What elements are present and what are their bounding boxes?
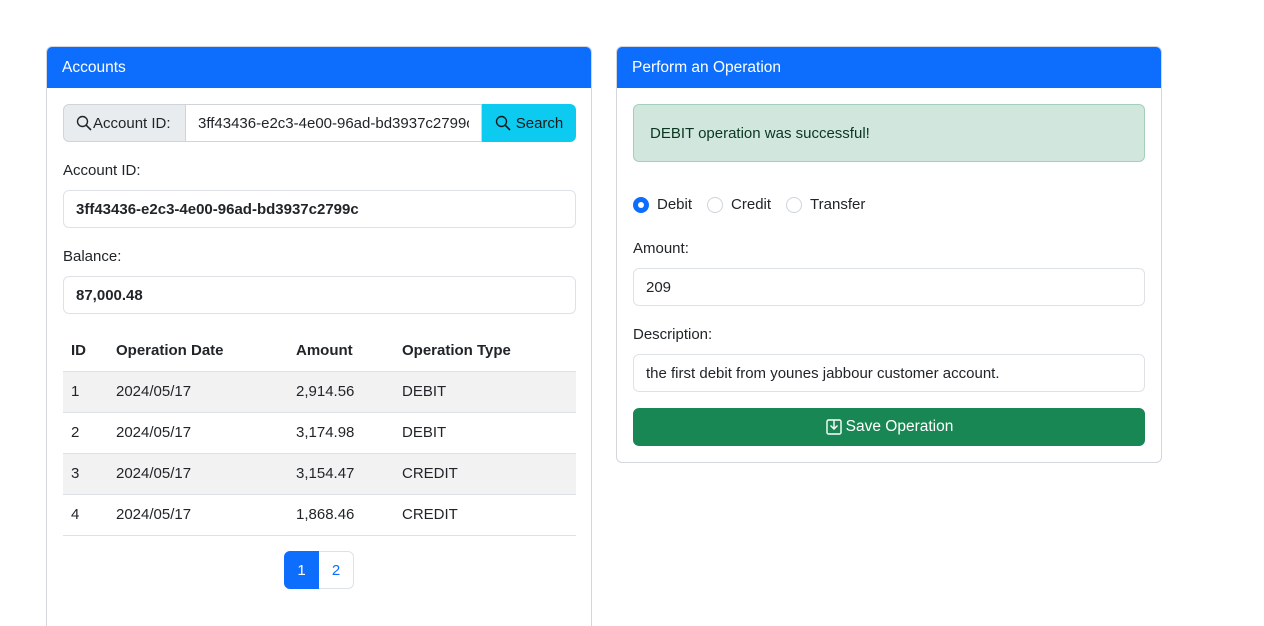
radio-credit[interactable]: Credit bbox=[707, 196, 771, 213]
radio-debit-circle[interactable] bbox=[633, 196, 649, 213]
radio-credit-circle[interactable] bbox=[707, 196, 724, 213]
save-download-icon bbox=[825, 419, 842, 435]
account-search-label: Account ID: bbox=[63, 104, 186, 142]
operation-type-radios: Debit Credit Transfer bbox=[633, 196, 880, 213]
account-id-label: Account ID: bbox=[63, 162, 141, 179]
cell-amount: 2,914.56 bbox=[288, 371, 394, 413]
radio-transfer-circle[interactable] bbox=[786, 196, 803, 213]
search-button[interactable]: Search bbox=[482, 104, 576, 142]
search-button-label: Search bbox=[515, 114, 564, 132]
radio-transfer[interactable]: Transfer bbox=[786, 196, 865, 213]
radio-debit[interactable]: Debit bbox=[633, 196, 692, 213]
page-button-2[interactable]: 2 bbox=[319, 551, 354, 589]
column-header-id: ID bbox=[63, 330, 108, 372]
search-icon bbox=[76, 115, 92, 131]
save-operation-button[interactable]: Save Operation bbox=[633, 408, 1145, 446]
pagination: 1 2 bbox=[284, 551, 354, 589]
cell-date: 2024/05/17 bbox=[108, 494, 288, 536]
save-operation-label: Save Operation bbox=[845, 418, 954, 435]
search-icon bbox=[495, 115, 511, 131]
cell-type: DEBIT bbox=[394, 371, 576, 413]
account-search-label-text: Account ID: bbox=[93, 114, 171, 132]
operation-title: Perform an Operation bbox=[632, 58, 782, 76]
cell-type: CREDIT bbox=[394, 494, 576, 536]
account-search-group: Account ID: Search bbox=[63, 104, 576, 142]
accounts-card-header: Accounts bbox=[47, 47, 591, 88]
cell-id: 4 bbox=[63, 494, 108, 536]
page-button-1[interactable]: 1 bbox=[284, 551, 319, 589]
accounts-card: Accounts Account ID: Search Account ID: … bbox=[46, 46, 592, 626]
cell-date: 2024/05/17 bbox=[108, 371, 288, 413]
balance-label: Balance: bbox=[63, 248, 122, 265]
amount-label: Amount: bbox=[633, 240, 689, 257]
column-header-operation-type: Operation Type bbox=[394, 330, 576, 372]
table-row: 1 2024/05/17 2,914.56 DEBIT bbox=[63, 371, 576, 413]
operation-card: Perform an Operation DEBIT operation was… bbox=[616, 46, 1162, 463]
account-id-value: 3ff43436-e2c3-4e00-96ad-bd3937c2799c bbox=[63, 190, 576, 228]
cell-amount: 3,154.47 bbox=[288, 453, 394, 495]
column-header-amount: Amount bbox=[288, 330, 394, 372]
cell-date: 2024/05/17 bbox=[108, 453, 288, 495]
cell-id: 2 bbox=[63, 412, 108, 454]
success-alert-text: DEBIT operation was successful! bbox=[650, 124, 870, 142]
cell-id: 1 bbox=[63, 371, 108, 413]
description-label: Description: bbox=[633, 326, 713, 343]
radio-transfer-label: Transfer bbox=[810, 196, 866, 213]
accounts-title: Accounts bbox=[62, 58, 126, 76]
description-input[interactable] bbox=[633, 354, 1145, 392]
table-row: 3 2024/05/17 3,154.47 CREDIT bbox=[63, 453, 576, 495]
account-search-input[interactable] bbox=[186, 104, 482, 142]
cell-date: 2024/05/17 bbox=[108, 412, 288, 454]
cell-amount: 3,174.98 bbox=[288, 412, 394, 454]
cell-type: DEBIT bbox=[394, 412, 576, 454]
table-header-row: ID Operation Date Amount Operation Type bbox=[63, 330, 576, 372]
column-header-operation-date: Operation Date bbox=[108, 330, 288, 372]
amount-input[interactable] bbox=[633, 268, 1145, 306]
table-row: 4 2024/05/17 1,868.46 CREDIT bbox=[63, 494, 576, 536]
radio-debit-label: Debit bbox=[657, 196, 693, 213]
cell-id: 3 bbox=[63, 453, 108, 495]
cell-type: CREDIT bbox=[394, 453, 576, 495]
radio-credit-label: Credit bbox=[731, 196, 772, 213]
table-row: 2 2024/05/17 3,174.98 DEBIT bbox=[63, 412, 576, 454]
operation-card-header: Perform an Operation bbox=[617, 47, 1161, 88]
cell-amount: 1,868.46 bbox=[288, 494, 394, 536]
success-alert: DEBIT operation was successful! bbox=[633, 104, 1145, 162]
operations-table: ID Operation Date Amount Operation Type … bbox=[63, 330, 576, 536]
balance-value: 87,000.48 bbox=[63, 276, 576, 314]
